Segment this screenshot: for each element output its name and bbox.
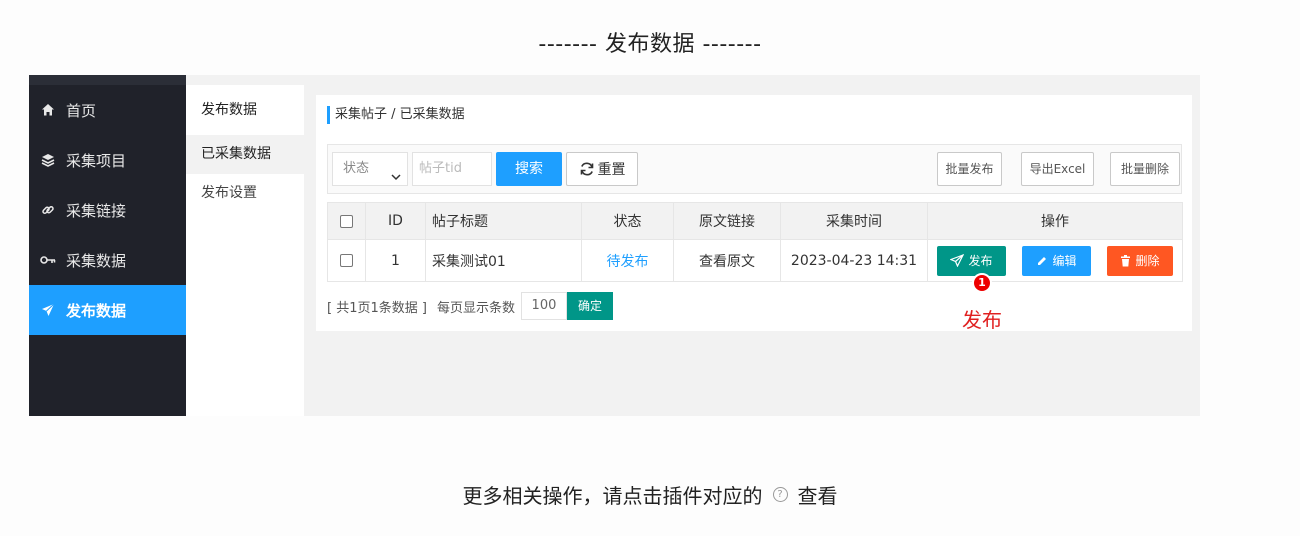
sidebar-item-label: 采集数据: [66, 251, 127, 270]
sidebar-item-label: 采集链接: [66, 201, 127, 220]
sidebar-item-projects[interactable]: 采集项目: [29, 135, 186, 185]
column-header: 采集时间: [780, 202, 928, 240]
subnav-item-settings[interactable]: 发布设置: [186, 174, 304, 213]
data-table: ID 帖子标题 状态 原文链接 采集时间 操作 1 采集测试01 待发布 查看原…: [327, 202, 1183, 282]
sidebar-item-label: 首页: [66, 101, 97, 120]
breadcrumb: 采集帖子 / 已采集数据: [327, 106, 465, 124]
view-original-link[interactable]: 查看原文: [699, 254, 755, 270]
sidebar-item-home[interactable]: 首页: [29, 85, 186, 135]
chevron-down-icon: [391, 163, 401, 195]
tid-input[interactable]: 帖子tid: [412, 152, 492, 186]
reset-label: 重置: [597, 162, 626, 178]
key-icon: [39, 251, 57, 269]
column-header: 帖子标题: [425, 202, 582, 240]
publish-label: 发布: [968, 254, 993, 268]
per-page-confirm-button[interactable]: 确定: [566, 292, 613, 320]
search-button[interactable]: 搜索: [496, 152, 562, 186]
cell-id: 1: [365, 239, 426, 282]
select-all-checkbox[interactable]: [340, 214, 353, 228]
pencil-icon: [1038, 256, 1047, 265]
sidebar: 首页 采集项目 采集链接 采集数据 发布数据: [29, 75, 186, 416]
row-checkbox[interactable]: [340, 254, 353, 267]
sidebar-item-links[interactable]: 采集链接: [29, 185, 186, 235]
sidebar-item-label: 采集项目: [66, 151, 127, 170]
row-select-cell: [327, 239, 366, 282]
per-page-label: 每页显示条数: [436, 300, 515, 316]
sidebar-item-publish[interactable]: 发布数据: [29, 285, 186, 335]
sub-navigation: 发布数据 已采集数据 发布设置: [186, 85, 304, 416]
pagination: [ 共1页1条数据 ] 每页显示条数 100 确定: [327, 292, 613, 320]
cell-actions: 发布 编辑 删除: [927, 239, 1183, 282]
status-select[interactable]: 状态: [332, 152, 408, 186]
step-marker-label: 发布: [962, 308, 1002, 332]
cell-title: 采集测试01: [425, 239, 582, 282]
cell-original-link: 查看原文: [673, 239, 781, 282]
footer-note: 更多相关操作，请点击插件对应的 ? 查看: [0, 480, 1300, 509]
export-excel-button[interactable]: 导出Excel: [1021, 152, 1094, 186]
help-icon: ?: [772, 487, 788, 502]
sidebar-item-label: 发布数据: [66, 301, 127, 320]
status-link[interactable]: 待发布: [607, 254, 649, 270]
link-icon: [39, 201, 57, 219]
cell-status: 待发布: [581, 239, 674, 282]
footer-text-after: 查看: [797, 484, 838, 508]
column-header: 操作: [927, 202, 1183, 240]
home-icon: [39, 101, 57, 119]
column-header: ID: [365, 202, 426, 240]
step-marker: 1: [972, 273, 992, 293]
edit-label: 编辑: [1052, 254, 1077, 268]
content-panel: 采集帖子 / 已采集数据 状态 帖子tid 搜索 重置 批量发布 导出Excel…: [316, 95, 1192, 331]
per-page-input[interactable]: 100: [520, 292, 567, 320]
trash-icon: [1121, 254, 1131, 266]
refresh-icon: [579, 162, 595, 176]
layers-icon: [39, 151, 57, 169]
delete-label: 删除: [1135, 254, 1160, 268]
app-window: 首页 采集项目 采集链接 采集数据 发布数据 发布数据 已采集数据 发布设置 采…: [29, 75, 1200, 416]
reset-button[interactable]: 重置: [566, 152, 638, 186]
status-select-value: 状态: [343, 161, 370, 176]
publish-button[interactable]: 发布: [937, 245, 1006, 276]
sidebar-item-data[interactable]: 采集数据: [29, 235, 186, 285]
subnav-item-collected[interactable]: 已采集数据: [186, 135, 304, 174]
delete-button[interactable]: 删除: [1107, 245, 1173, 276]
send-icon: [950, 254, 965, 267]
cell-time: 2023-04-23 14:31: [780, 239, 928, 282]
pager-summary: [ 共1页1条数据 ]: [327, 300, 427, 316]
column-header: 原文链接: [673, 202, 781, 240]
batch-publish-button[interactable]: 批量发布: [937, 152, 1002, 186]
subnav-title: 发布数据: [201, 102, 257, 118]
column-header: 状态: [581, 202, 674, 240]
table-row: 1 采集测试01 待发布 查看原文 2023-04-23 14:31 发布 编辑…: [327, 239, 1183, 282]
footer-text-before: 更多相关操作，请点击插件对应的: [462, 484, 763, 508]
send-icon: [39, 301, 57, 319]
select-all-cell: [327, 202, 366, 240]
batch-delete-button[interactable]: 批量删除: [1110, 152, 1180, 186]
page-heading: ------- 发布数据 -------: [538, 32, 762, 57]
edit-button[interactable]: 编辑: [1022, 245, 1091, 276]
toolbar: 状态 帖子tid 搜索 重置 批量发布 导出Excel 批量删除: [327, 144, 1182, 194]
table-header-row: ID 帖子标题 状态 原文链接 采集时间 操作: [327, 202, 1183, 240]
